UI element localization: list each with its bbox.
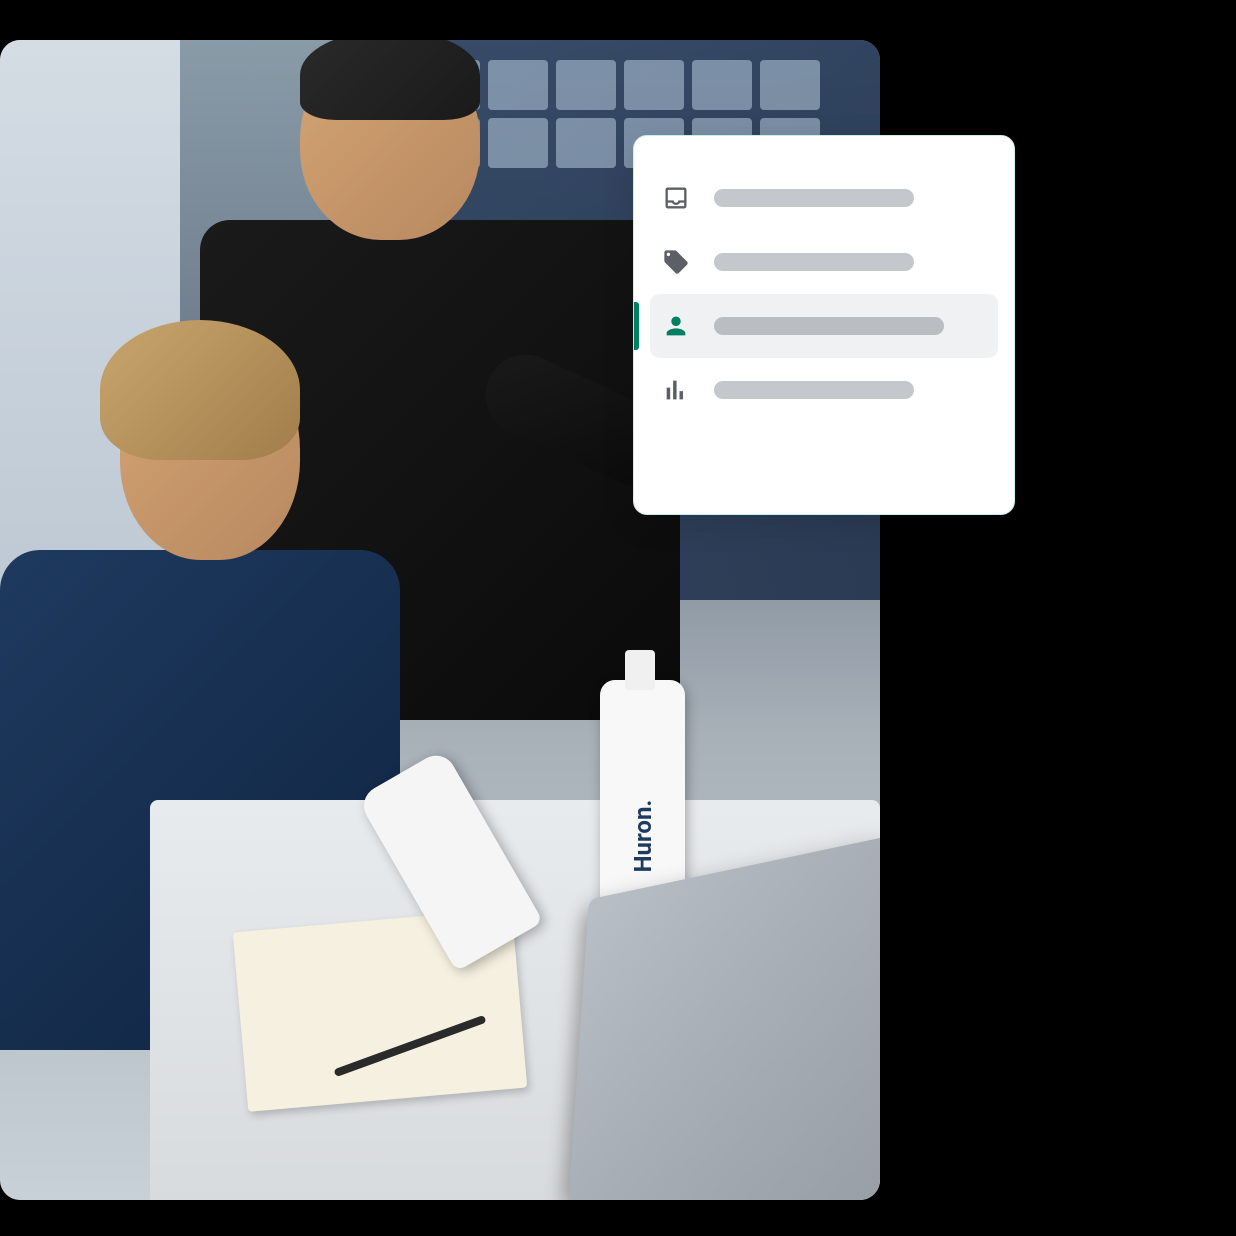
nav-item-customers[interactable] (650, 294, 998, 358)
nav-item-analytics[interactable] (634, 358, 1014, 422)
tag-icon (662, 248, 690, 276)
nav-label-placeholder (714, 189, 914, 207)
analytics-icon (662, 376, 690, 404)
nav-panel-overlay (633, 135, 1015, 515)
inbox-icon (662, 184, 690, 212)
product-brand-label: Huron. (629, 800, 657, 873)
nav-label-placeholder (714, 381, 914, 399)
nav-label-placeholder (714, 317, 944, 335)
person-icon (662, 312, 690, 340)
nav-item-tags[interactable] (634, 230, 1014, 294)
product-bottle-2: Huron. (600, 680, 685, 910)
nav-item-inbox[interactable] (634, 166, 1014, 230)
nav-label-placeholder (714, 253, 914, 271)
